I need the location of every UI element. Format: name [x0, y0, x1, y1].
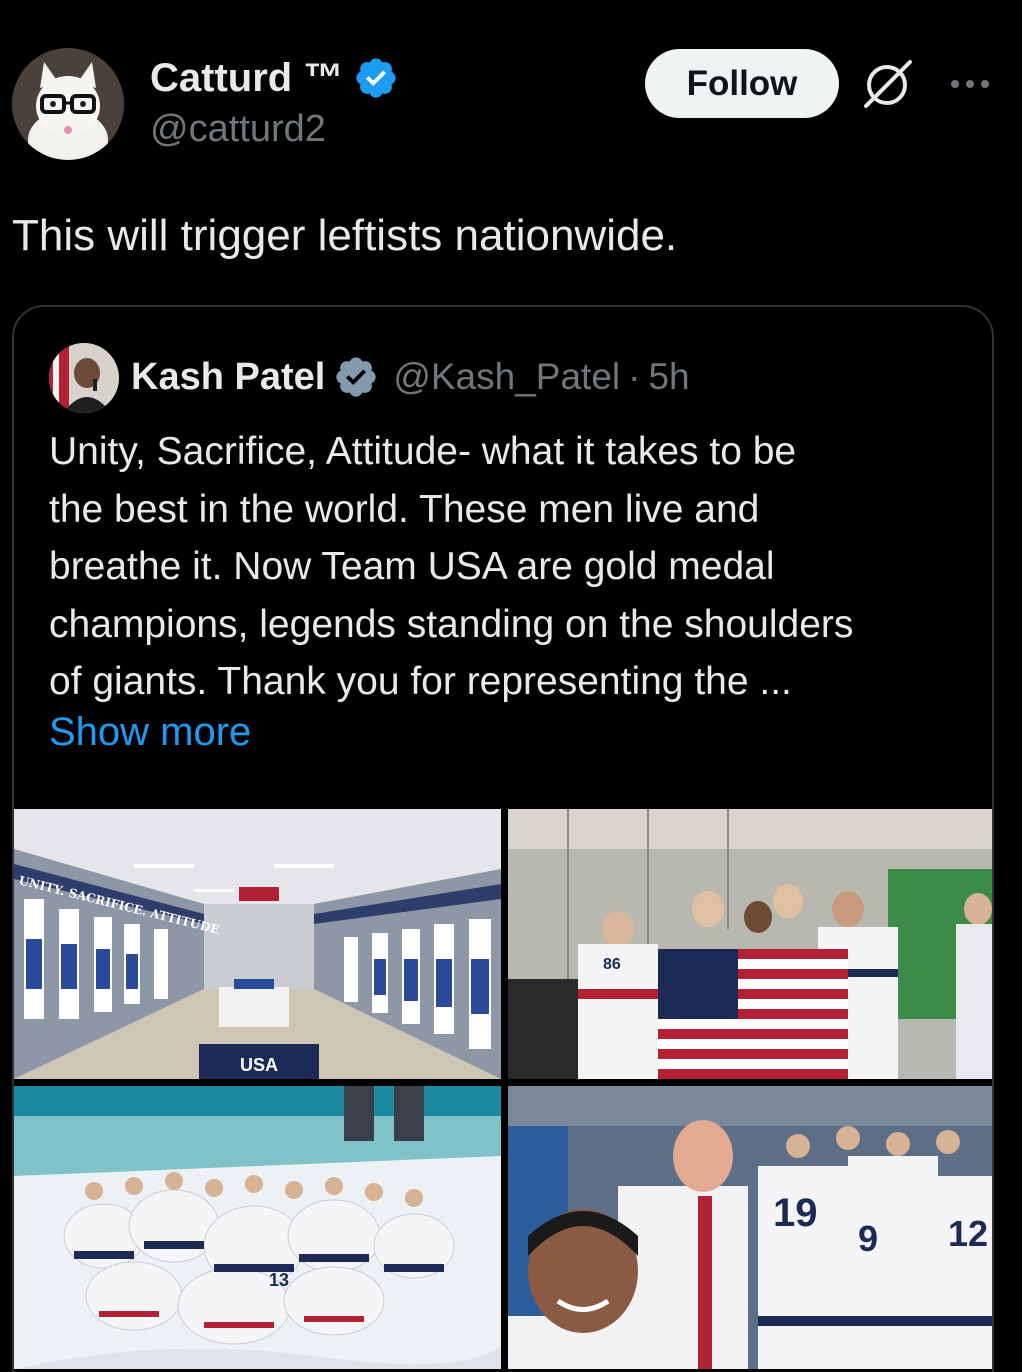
grok-icon[interactable]: [858, 58, 916, 110]
jersey-number: 13: [269, 1270, 289, 1290]
jersey-number: 12: [948, 1213, 988, 1254]
author-block: Catturd ™ @catturd2: [150, 54, 399, 151]
quote-text: Unity, Sacrifice, Attitude- what it take…: [49, 423, 979, 711]
jersey-number: 9: [858, 1218, 878, 1259]
separator-dot: ·: [628, 356, 641, 397]
author-name[interactable]: Catturd ™: [150, 56, 343, 101]
us-flag: [658, 949, 848, 1079]
quote-timestamp[interactable]: 5h: [648, 356, 689, 398]
quote-text-line: of giants. Thank you for representing th…: [49, 660, 792, 703]
locker-floor-text: USA: [240, 1055, 278, 1075]
quote-text-line: champions, legends standing on the shoul…: [49, 602, 854, 646]
locker-room-photo[interactable]: USA UNITY. SACRIFICE. ATTITUDE: [14, 809, 501, 1079]
celebration-selfie-photo[interactable]: 19 9 12: [508, 1086, 992, 1369]
jersey-number: 86: [603, 956, 621, 973]
media-grid: USA UNITY. SACRIFICE. ATTITUDE 86 13 19 …: [14, 809, 992, 1369]
gray-verified-badge-icon: [336, 357, 376, 397]
show-more-link[interactable]: Show more: [49, 710, 251, 755]
jersey-number: 19: [773, 1191, 818, 1235]
follow-button[interactable]: Follow: [645, 49, 839, 118]
more-options-icon[interactable]: [947, 66, 993, 102]
quote-header: Kash Patel @Kash_Patel · 5h: [131, 351, 690, 403]
tweet-text: This will trigger leftists nationwide.: [12, 211, 678, 260]
team-on-ice-photo[interactable]: 13: [14, 1086, 501, 1369]
quote-text-line: Unity, Sacrifice, Attitude- what it take…: [49, 430, 797, 473]
quote-text-line: breathe it. Now Team USA are gold medal: [49, 545, 775, 588]
quote-author-name[interactable]: Kash Patel: [131, 356, 325, 399]
quote-author-avatar[interactable]: [49, 343, 119, 413]
quote-text-line: the best in the world. These men live an…: [49, 487, 760, 531]
team-flag-photo[interactable]: 86: [508, 809, 992, 1079]
author-handle[interactable]: @catturd2: [150, 108, 399, 151]
verified-badge-icon: [356, 58, 396, 98]
author-avatar[interactable]: [12, 48, 124, 160]
quoted-tweet[interactable]: Kash Patel @Kash_Patel · 5h Unity, Sacri…: [12, 305, 994, 1372]
quote-author-handle[interactable]: @Kash_Patel: [393, 356, 620, 398]
